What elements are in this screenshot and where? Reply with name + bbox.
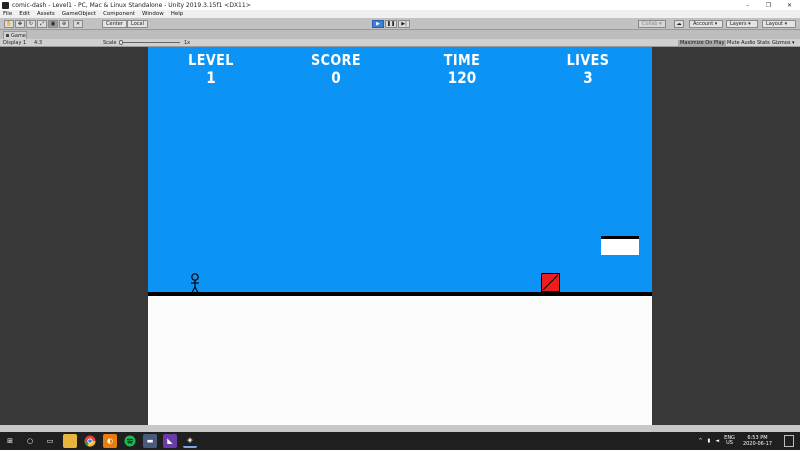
spotify-icon[interactable] (123, 434, 137, 448)
maximize-button[interactable]: ❐ (758, 0, 779, 10)
collab-label: Collab ▾ (642, 21, 662, 27)
play-button[interactable]: ▶ (372, 20, 384, 28)
gizmos-label: Gizmos ▾ (772, 40, 795, 46)
menu-bar: File Edit Assets GameObject Component Wi… (0, 10, 800, 18)
windows-taskbar: ⊞ ○ ▭ ◐ ▬ ◣ ◈ ^ ▮ ◄ ENG US 6:53 PM 2020-… (0, 432, 800, 450)
aspect-dropdown[interactable]: 4:3 (34, 40, 42, 46)
maximize-label: Maximize On Play (680, 40, 725, 46)
menu-gameobject[interactable]: GameObject (62, 11, 96, 17)
rect-tool-icon[interactable]: ▣ (48, 20, 58, 28)
editor-toolbar: ✋ ✥ ↻ ⤢ ▣ ⊕ ✕ Center Local ▶ ❚❚ ▶| Colla… (0, 18, 800, 30)
hud-score-label: SCORE (310, 51, 362, 69)
scale-value: 1x (184, 40, 190, 46)
tab-game[interactable]: Game (3, 31, 27, 39)
menu-window[interactable]: Window (142, 11, 164, 17)
display-dropdown[interactable]: Display 1 (3, 40, 26, 46)
aspect-label: 4:3 (34, 40, 43, 46)
mute-audio-toggle[interactable]: Mute Audio (725, 40, 757, 46)
visual-studio-icon[interactable]: ◣ (163, 434, 177, 448)
file-explorer-icon[interactable] (63, 434, 77, 448)
scale-value-text: 1x (184, 40, 191, 46)
red-crate-obstacle (541, 273, 560, 292)
task-view-icon[interactable]: ▭ (43, 434, 57, 448)
player-stickman (189, 273, 201, 293)
window-titlebar: comic-dash - Level1 - PC, Mac & Linux St… (0, 0, 800, 10)
stats-label: Stats (757, 40, 770, 46)
menu-help[interactable]: Help (171, 11, 184, 17)
transform-tool-icon[interactable]: ⊕ (59, 20, 69, 28)
unity-icon[interactable]: ◈ (183, 434, 197, 448)
monitor-icon[interactable]: ▬ (143, 434, 157, 448)
pivot-center-toggle[interactable]: Center (102, 20, 127, 28)
notifications-icon[interactable] (784, 435, 794, 447)
move-tool-icon[interactable]: ✥ (15, 20, 25, 28)
unity-app-icon (2, 1, 9, 9)
wifi-icon[interactable]: ▮ (708, 438, 711, 444)
menu-file[interactable]: File (3, 11, 12, 17)
clock-date: 2020-06-17 (742, 441, 772, 447)
floating-platform (601, 236, 639, 255)
hud-lives: LIVES 3 (548, 53, 628, 86)
scale-tool-icon[interactable]: ⤢ (37, 20, 47, 28)
gizmos-dropdown[interactable]: Gizmos ▾ (770, 40, 797, 46)
hand-tool-icon[interactable]: ✋ (4, 20, 14, 28)
collab-button[interactable]: Collab ▾ (638, 20, 666, 28)
scale-slider-handle[interactable] (119, 40, 123, 45)
menu-assets[interactable]: Assets (37, 11, 55, 17)
scale-label: Scale (103, 40, 116, 46)
taskbar-clock[interactable]: 6:53 PM 2020-06-17 (743, 435, 772, 447)
pause-button[interactable]: ❚❚ (385, 20, 397, 28)
search-icon[interactable]: ○ (23, 434, 37, 448)
minimize-button[interactable]: – (737, 0, 758, 10)
hud-level-label: LEVEL (188, 51, 234, 69)
layout-label: Layout ▾ (766, 21, 788, 27)
hud-time-label: TIME (443, 51, 481, 69)
game-tab-icon (6, 34, 9, 37)
hud-time-value: 120 (447, 68, 477, 87)
close-button[interactable]: ✕ (779, 0, 800, 10)
layers-dropdown[interactable]: Layers ▾ (726, 20, 758, 28)
windows-start-icon[interactable]: ⊞ (3, 434, 17, 448)
tray-expand-icon[interactable]: ^ (698, 438, 702, 444)
lang-bottom: US (726, 440, 733, 446)
editor-status-strip (0, 425, 800, 432)
game-tab-bar: Game (0, 30, 800, 39)
window-controls: – ❐ ✕ (737, 0, 800, 10)
blender-icon[interactable]: ◐ (103, 434, 117, 448)
hud-score: SCORE 0 (296, 53, 376, 86)
layout-dropdown[interactable]: Layout ▾ (762, 20, 796, 28)
step-button[interactable]: ▶| (398, 20, 410, 28)
space-label: Local (131, 21, 144, 27)
menu-edit[interactable]: Edit (19, 11, 30, 17)
hud-level: LEVEL 1 (171, 53, 251, 86)
system-tray: ^ ▮ ◄ ENG US 6:53 PM 2020-06-17 (693, 432, 772, 450)
hud-lives-label: LIVES (566, 51, 610, 69)
scale-label-text: Scale (103, 40, 117, 46)
rotate-tool-icon[interactable]: ↻ (26, 20, 36, 28)
hud-score-value: 0 (331, 68, 341, 87)
hud-lives-value: 3 (583, 68, 593, 87)
volume-icon[interactable]: ◄ (715, 438, 719, 444)
chrome-icon[interactable] (83, 434, 97, 448)
layers-label: Layers ▾ (730, 21, 751, 27)
game-view-controls: Display 1 4:3 Scale 1x Maximize On Play … (0, 39, 800, 47)
pivot-label: Center (106, 21, 123, 27)
cloud-icon[interactable]: ☁ (674, 20, 684, 28)
window-title: comic-dash - Level1 - PC, Mac & Linux St… (12, 1, 251, 9)
pivot-local-toggle[interactable]: Local (127, 20, 148, 28)
mute-label: Mute Audio (727, 40, 756, 46)
ground-area (148, 296, 652, 425)
menu-component[interactable]: Component (103, 11, 135, 17)
account-dropdown[interactable]: Account ▾ (689, 20, 723, 28)
hud-level-value: 1 (206, 68, 216, 87)
custom-tool-icon[interactable]: ✕ (73, 20, 83, 28)
game-view[interactable]: LEVEL 1 SCORE 0 TIME 120 LIVES 3 (148, 47, 652, 425)
language-indicator[interactable]: ENG US (724, 435, 735, 447)
display-label: Display 1 (3, 40, 27, 46)
maximize-on-play-toggle[interactable]: Maximize On Play (678, 40, 727, 46)
game-tab-label: Game (11, 32, 26, 39)
hud-time: TIME 120 (422, 53, 502, 86)
account-label: Account ▾ (693, 21, 718, 27)
scale-slider-track[interactable] (120, 42, 180, 43)
